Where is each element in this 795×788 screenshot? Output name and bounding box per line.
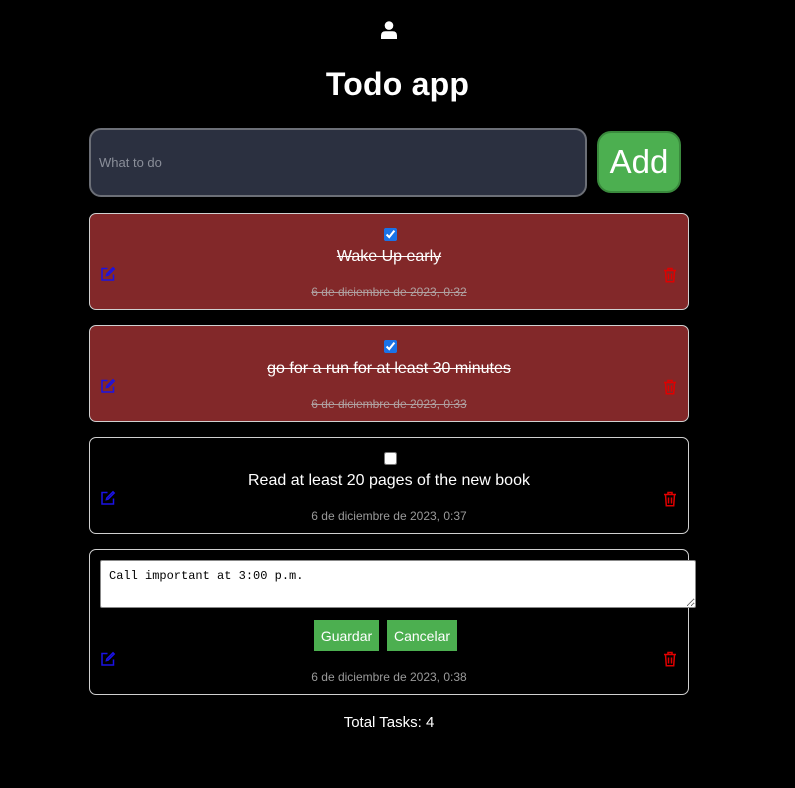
todo-checkbox[interactable] bbox=[384, 228, 397, 241]
todo-item: go for a run for at least 30 minutes 6 d… bbox=[89, 325, 689, 422]
trash-icon[interactable] bbox=[663, 651, 677, 667]
cancel-button[interactable]: Cancelar bbox=[387, 620, 457, 651]
edit-icon[interactable] bbox=[100, 651, 116, 667]
edit-icon[interactable] bbox=[100, 490, 116, 506]
todo-input[interactable] bbox=[89, 128, 587, 197]
todo-date: 6 de diciembre de 2023, 0:38 bbox=[311, 670, 467, 684]
page-title: Todo app bbox=[325, 66, 470, 102]
todo-checkbox[interactable] bbox=[384, 340, 397, 353]
todo-date: 6 de diciembre de 2023, 0:33 bbox=[311, 397, 467, 411]
edit-icon[interactable] bbox=[100, 378, 116, 394]
add-button[interactable]: Add bbox=[597, 131, 681, 193]
save-button[interactable]: Guardar bbox=[314, 620, 379, 651]
total-tasks: Total Tasks: 4 bbox=[343, 714, 435, 731]
trash-icon[interactable] bbox=[663, 491, 677, 507]
todo-checkbox[interactable] bbox=[384, 452, 397, 465]
trash-icon[interactable] bbox=[663, 379, 677, 395]
todo-item-editing: Guardar Cancelar 6 de diciembre de 2023,… bbox=[89, 549, 696, 695]
edit-icon[interactable] bbox=[100, 266, 116, 282]
todo-item: Read at least 20 pages of the new book 6… bbox=[89, 437, 689, 534]
todo-date: 6 de diciembre de 2023, 0:37 bbox=[311, 509, 467, 523]
todo-text: Read at least 20 pages of the new book bbox=[248, 472, 530, 489]
todo-text: Wake Up early bbox=[336, 248, 442, 265]
todo-item: Wake Up early 6 de diciembre de 2023, 0:… bbox=[89, 213, 689, 310]
user-icon bbox=[381, 21, 397, 39]
edit-todo-textarea[interactable] bbox=[100, 560, 696, 608]
trash-icon[interactable] bbox=[663, 267, 677, 283]
todo-text: go for a run for at least 30 minutes bbox=[267, 360, 511, 377]
todo-date: 6 de diciembre de 2023, 0:32 bbox=[311, 285, 467, 299]
